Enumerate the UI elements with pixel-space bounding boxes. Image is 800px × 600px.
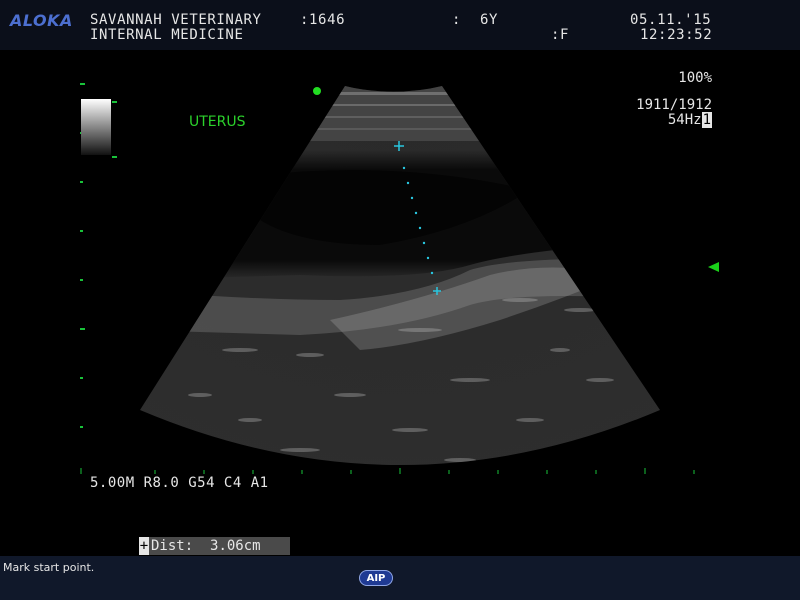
frame-counter: 1911/1912 xyxy=(636,97,712,113)
organ-label: UTERUS xyxy=(189,114,246,130)
depth-tick xyxy=(80,328,85,330)
measurement-value: 3.06cm xyxy=(210,538,261,554)
status-message: Mark start point. xyxy=(3,561,95,574)
focus-marker-icon[interactable] xyxy=(708,262,719,272)
aip-button[interactable]: AIP xyxy=(359,570,393,586)
depth-tick xyxy=(80,230,83,232)
measurement-box: + Dist: 3.06cm xyxy=(139,537,290,555)
grayscale-bar xyxy=(81,99,111,155)
grayscale-bottom-marker xyxy=(112,156,117,158)
depth-tick xyxy=(80,83,85,85)
frame-rate-marker: 1 xyxy=(701,112,712,128)
ultrasound-image[interactable] xyxy=(0,0,800,600)
depth-tick xyxy=(80,377,83,379)
depth-tick xyxy=(80,181,83,183)
grayscale-top-marker xyxy=(112,101,117,103)
depth-scale-ticks xyxy=(80,468,695,474)
measurement-cursor-icon: + xyxy=(139,537,149,555)
frame-rate: 54Hz1 xyxy=(668,112,712,128)
depth-tick xyxy=(80,426,83,428)
frame-rate-value: 54Hz xyxy=(667,112,702,128)
measurement-label: Dist: xyxy=(151,538,194,554)
orientation-marker xyxy=(313,87,321,95)
footer-bar xyxy=(0,556,800,600)
depth-tick xyxy=(80,279,83,281)
gain-percent: 100% xyxy=(678,70,712,86)
scan-parameters: 5.00M R8.0 G54 C4 A1 xyxy=(90,475,269,491)
